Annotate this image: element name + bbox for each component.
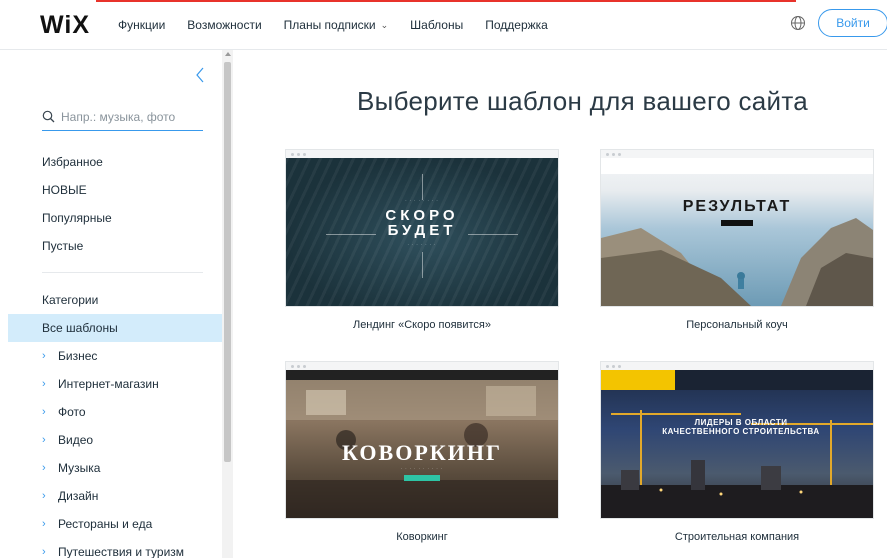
template-headline: СКОРО БУДЕТ	[385, 207, 459, 239]
nav-label: Функции	[118, 18, 166, 32]
filter-blank[interactable]: Пустые	[42, 239, 83, 253]
template-thumbnail[interactable]: · · · · · · · · СКОРО БУДЕТ · · · · · · ·	[286, 150, 558, 306]
template-caption[interactable]: Коворкинг	[286, 531, 558, 543]
scroll-thumb[interactable]	[224, 62, 231, 462]
filter-new[interactable]: НОВЫЕ	[42, 183, 87, 197]
category-label: Путешествия и туризм	[58, 545, 185, 558]
mountain-image	[601, 218, 873, 306]
login-button[interactable]: Войти	[818, 9, 887, 37]
category-music[interactable]: › Музыка	[42, 461, 100, 475]
page-title: Выберите шаблон для вашего сайта	[356, 86, 809, 116]
scroll-up-arrow-icon[interactable]	[225, 52, 231, 56]
category-label: Фото	[58, 405, 86, 419]
template-caption[interactable]: Лендинг «Скоро появится»	[286, 319, 558, 331]
template-headline: КОВОРКИНГ	[342, 440, 502, 465]
category-label: Бизнес	[58, 349, 98, 363]
chevron-right-icon: ›	[42, 546, 46, 558]
template-logo	[601, 370, 675, 390]
chevron-right-icon: ›	[42, 378, 46, 390]
search-field[interactable]	[42, 103, 203, 131]
template-card-coming-soon[interactable]: · · · · · · · · СКОРО БУДЕТ · · · · · · ·…	[286, 150, 558, 331]
search-icon	[42, 110, 55, 123]
category-design[interactable]: › Дизайн	[42, 489, 98, 503]
category-online-store[interactable]: › Интернет-магазин	[42, 377, 159, 391]
nav-label: Возможности	[187, 18, 262, 32]
category-business[interactable]: › Бизнес	[42, 349, 97, 363]
template-headline: ЛИДЕРЫ В ОБЛАСТИ КАЧЕСТВЕННОГО СТРОИТЕЛЬ…	[662, 418, 820, 436]
construction-photo	[601, 410, 873, 518]
template-card-personal-coach[interactable]: РЕЗУЛЬТАТ Персональный коуч	[601, 150, 873, 331]
category-photo[interactable]: › Фото	[42, 405, 86, 419]
template-button	[404, 475, 440, 481]
browser-chrome	[286, 150, 558, 158]
chevron-right-icon: ›	[42, 518, 46, 530]
nav-label: Поддержка	[485, 18, 548, 32]
nav-item-support[interactable]: Поддержка	[485, 18, 548, 32]
chevron-right-icon: ›	[42, 406, 46, 418]
nav-label: Планы подписки	[283, 18, 376, 32]
browser-chrome	[601, 362, 873, 370]
nav-item-features[interactable]: Функции	[118, 18, 165, 32]
sidebar: Избранное НОВЫЕ Популярные Пустые Катего…	[0, 50, 222, 558]
sidebar-scrollbar[interactable]	[222, 50, 233, 558]
categories-heading: Категории	[42, 293, 99, 307]
chevron-right-icon: ›	[42, 350, 46, 362]
browser-chrome	[601, 150, 873, 158]
chevron-right-icon: ›	[42, 490, 46, 502]
nav-label: Шаблоны	[410, 18, 464, 32]
category-label: Интернет-магазин	[58, 377, 159, 391]
template-caption[interactable]: Строительная компания	[601, 531, 873, 543]
template-caption[interactable]: Персональный коуч	[601, 319, 873, 331]
sidebar-divider	[42, 272, 203, 273]
template-thumbnail[interactable]: ЛИДЕРЫ В ОБЛАСТИ КАЧЕСТВЕННОГО СТРОИТЕЛЬ…	[601, 362, 873, 518]
category-label: Музыка	[58, 461, 101, 475]
main-nav: Функции Возможности Планы подписки ⌄ Шабл…	[118, 18, 570, 32]
filter-popular[interactable]: Популярные	[42, 211, 112, 225]
template-button	[721, 220, 753, 226]
template-thumbnail[interactable]: РЕЗУЛЬТАТ	[601, 150, 873, 306]
chevron-right-icon: ›	[42, 434, 46, 446]
globe-icon[interactable]	[790, 15, 806, 31]
template-card-construction[interactable]: ЛИДЕРЫ В ОБЛАСТИ КАЧЕСТВЕННОГО СТРОИТЕЛЬ…	[601, 362, 873, 543]
category-label: Дизайн	[58, 489, 99, 503]
nav-item-capabilities[interactable]: Возможности	[187, 18, 261, 32]
chevron-left-icon[interactable]	[194, 67, 206, 83]
template-thumbnail[interactable]: КОВОРКИНГ · · · · · · · · · ·	[286, 362, 558, 518]
search-input[interactable]	[61, 109, 191, 124]
top-header: WiX Функции Возможности Планы подписки ⌄ …	[0, 0, 887, 50]
browser-chrome	[286, 362, 558, 370]
category-all-templates[interactable]: Все шаблоны	[8, 314, 222, 342]
category-video[interactable]: › Видео	[42, 433, 93, 447]
chevron-right-icon: ›	[42, 462, 46, 474]
wix-logo[interactable]: WiX	[40, 11, 90, 40]
category-label: Рестораны и еда	[58, 517, 153, 531]
filter-favorites[interactable]: Избранное	[42, 155, 103, 169]
chevron-down-icon: ⌄	[380, 19, 389, 30]
template-headline: РЕЗУЛЬТАТ	[682, 198, 792, 215]
nav-item-plans[interactable]: Планы подписки ⌄	[284, 18, 389, 32]
category-restaurants[interactable]: › Рестораны и еда	[42, 517, 152, 531]
category-label: Видео	[58, 433, 94, 447]
nav-item-templates[interactable]: Шаблоны	[410, 18, 463, 32]
template-card-coworking[interactable]: КОВОРКИНГ · · · · · · · · · · Коворкинг	[286, 362, 558, 543]
category-travel[interactable]: › Путешествия и туризм	[42, 545, 184, 558]
